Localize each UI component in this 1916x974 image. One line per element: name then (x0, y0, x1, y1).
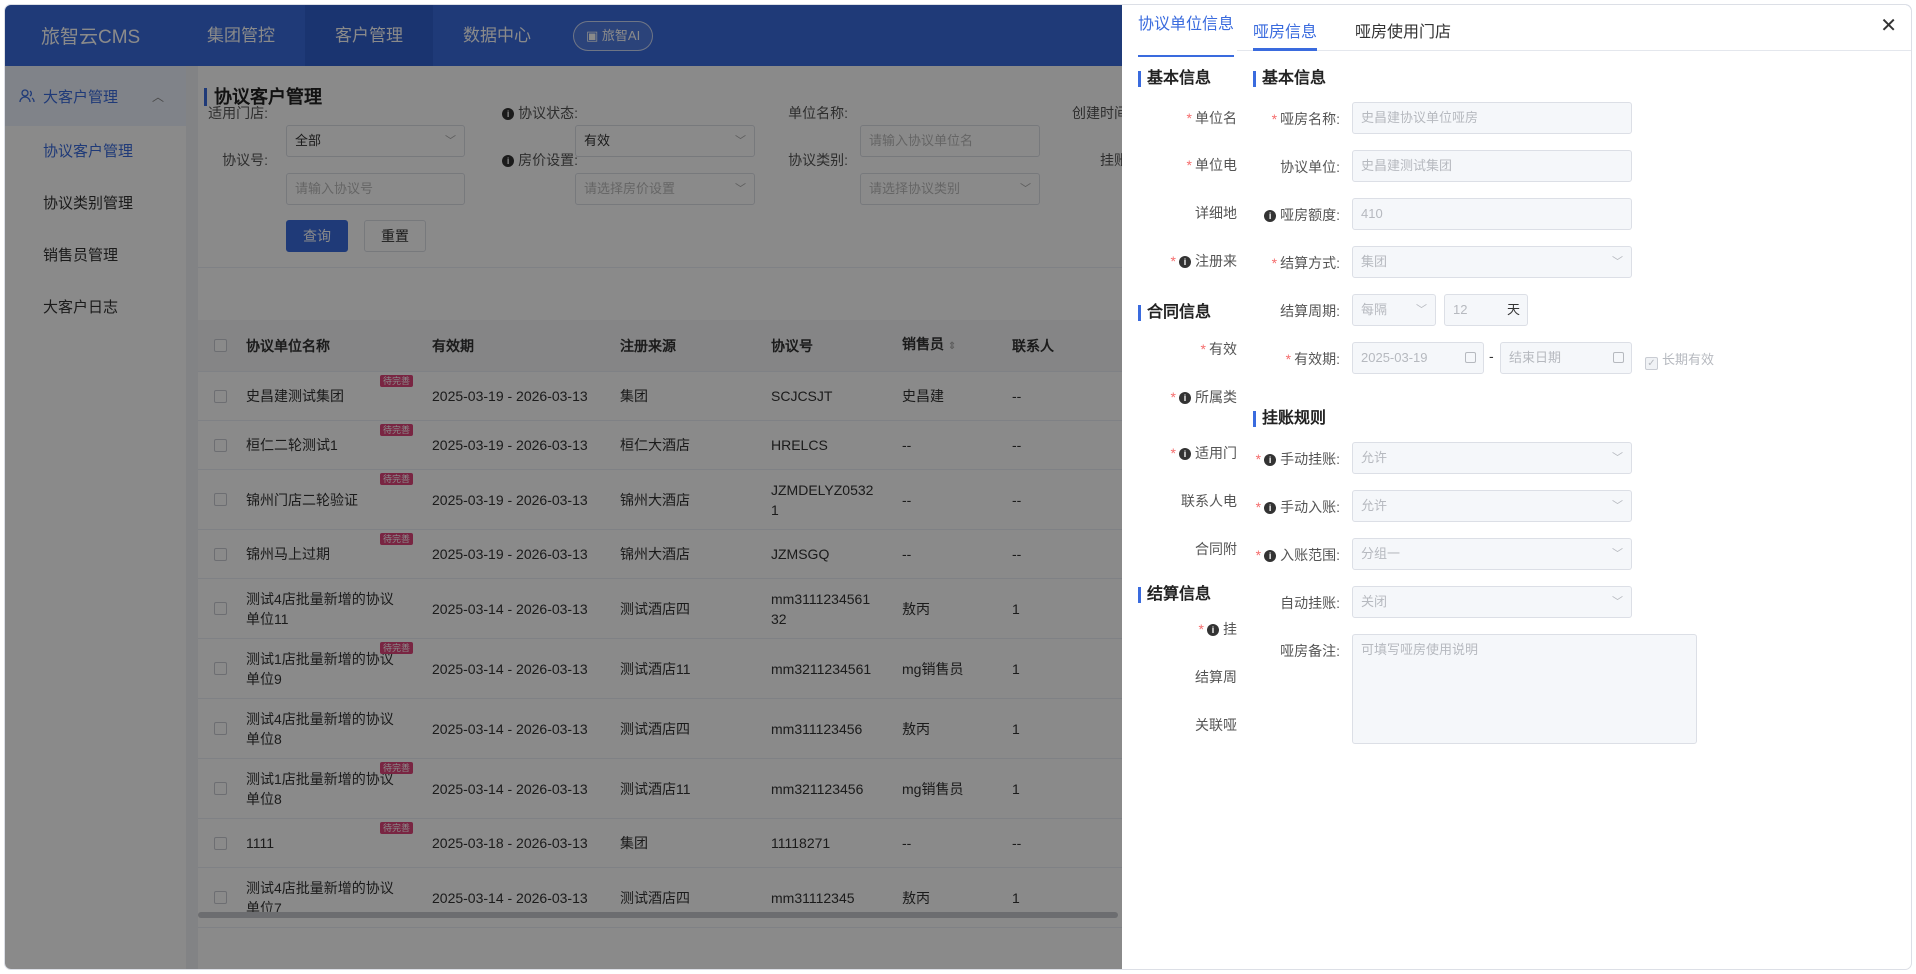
valid-end-date[interactable]: 结束日期 (1500, 342, 1632, 374)
date-separator: - (1489, 348, 1494, 364)
close-icon[interactable]: ✕ (1880, 16, 1897, 36)
remark-textarea[interactable]: 可填写哑房使用说明 (1352, 634, 1697, 744)
back-drawer-label: 联系人电 (1181, 493, 1237, 509)
back-drawer-label: 关联哑 (1195, 717, 1237, 733)
settle-cycle-label: 结算周期: (1280, 303, 1340, 319)
settle-cycle-number[interactable]: 12 天 (1444, 294, 1528, 326)
section-basic-back: 基本信息 (1138, 71, 1211, 87)
manual-post-label: * i 手动入账: (1255, 499, 1340, 515)
info-icon: i (1264, 550, 1277, 562)
checkmark-icon: ✓ (1645, 357, 1658, 370)
info-icon: i (1264, 502, 1277, 514)
section-settle-back: 结算信息 (1138, 587, 1211, 603)
valid-start-date[interactable]: 2025-03-19 (1352, 342, 1484, 374)
settle-method-label: * 结算方式: (1271, 255, 1340, 271)
agreement-unit-input[interactable]: 史昌建测试集团 (1352, 150, 1632, 182)
quota-label: i 哑房额度: (1230, 205, 1340, 225)
manual-credit-label: * i 手动挂账: (1255, 451, 1340, 467)
section-contract-back: 合同信息 (1138, 305, 1211, 321)
quota-input[interactable]: 410 (1352, 198, 1632, 230)
chevron-down-icon: ﹀ (1612, 548, 1623, 560)
drawer-tabs: 哑房信息 哑房使用门店 ✕ (1237, 5, 1911, 51)
chevron-down-icon: ﹀ (1612, 500, 1623, 512)
chevron-down-icon: ﹀ (1416, 304, 1427, 316)
calendar-icon (1613, 352, 1624, 363)
long-term-checkbox[interactable]: ✓ 长期有效 (1645, 349, 1714, 370)
info-icon: i (1264, 210, 1277, 222)
calendar-icon (1465, 352, 1476, 363)
auto-credit-label: 自动挂账: (1280, 595, 1340, 611)
chevron-down-icon: ﹀ (1612, 596, 1623, 608)
app-window: 旅智云CMS 集团管控 客户管理 数据中心 ▣ 旅智AI 大客户管理 ︿ 协议客… (5, 5, 1911, 969)
settle-cycle-select[interactable]: 每隔 ﹀ (1352, 294, 1436, 326)
settle-method-select[interactable]: 集团 ﹀ (1352, 246, 1632, 278)
day-unit: 天 (1506, 302, 1520, 317)
tab-dummy-room-info[interactable]: 哑房信息 (1253, 18, 1317, 42)
agreement-unit-label: 协议单位: (1280, 159, 1340, 175)
name-label: * 哑房名称: (1271, 111, 1340, 127)
remark-label: 哑房备注: (1280, 643, 1340, 659)
info-icon: i (1179, 256, 1191, 268)
chevron-down-icon: ﹀ (1612, 452, 1623, 464)
back-drawer-label: * i 挂 (1198, 621, 1237, 637)
dummy-room-name-input[interactable]: 史昌建协议单位哑房 (1352, 102, 1632, 134)
back-drawer-label: * i 注册来 (1170, 253, 1237, 269)
auto-credit-select[interactable]: 关闭 ﹀ (1352, 586, 1632, 618)
manual-credit-select[interactable]: 允许 ﹀ (1352, 442, 1632, 474)
info-icon: i (1264, 454, 1277, 466)
post-range-label: * i 入账范围: (1255, 547, 1340, 563)
chevron-down-icon: ﹀ (1612, 256, 1623, 268)
section-credit-rules: 挂账规则 (1253, 411, 1326, 427)
valid-period-label: * 有效期: (1285, 351, 1340, 367)
tab-agreement-unit-info[interactable]: 协议单位信息 (1138, 5, 1235, 57)
section-basic-info: 基本信息 (1253, 71, 1326, 87)
manual-post-select[interactable]: 允许 ﹀ (1352, 490, 1632, 522)
back-drawer-label: 结算周 (1195, 669, 1237, 685)
post-range-select[interactable]: 分组一 ﹀ (1352, 538, 1632, 570)
info-icon: i (1179, 448, 1191, 460)
dummy-room-drawer: 哑房信息 哑房使用门店 ✕ 基本信息 * 哑房名称: 史昌建协议单位哑房 协议单位… (1237, 5, 1911, 969)
back-drawer-label: * i 适用门 (1170, 445, 1237, 461)
info-icon: i (1207, 624, 1219, 636)
back-drawer-label: * i 所属类 (1170, 389, 1237, 405)
tab-dummy-room-stores[interactable]: 哑房使用门店 (1355, 18, 1451, 42)
active-tab-indicator (1253, 48, 1317, 51)
info-icon: i (1179, 392, 1191, 404)
